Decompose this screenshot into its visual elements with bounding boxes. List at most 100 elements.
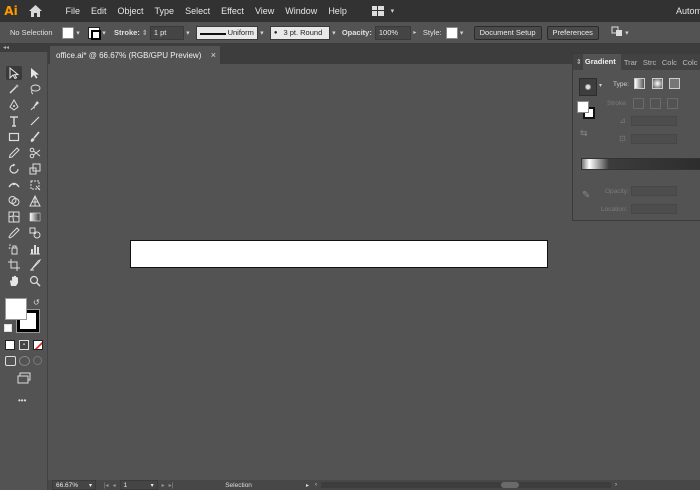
lasso-tool-icon[interactable] <box>27 82 43 96</box>
arrange-icon[interactable] <box>611 26 623 39</box>
pen-tool-icon[interactable] <box>6 98 22 112</box>
slice-tool-icon[interactable] <box>27 258 43 272</box>
menu-window[interactable]: Window <box>280 0 323 22</box>
swap-fill-stroke-icon[interactable]: ↺ <box>33 298 40 307</box>
pencil-tool-icon[interactable] <box>6 146 22 160</box>
linear-gradient-icon[interactable] <box>634 78 645 89</box>
gradient-tool-icon[interactable] <box>27 210 43 224</box>
artboard[interactable] <box>130 240 548 268</box>
fill-swatch[interactable] <box>62 26 74 39</box>
horizontal-scrollbar[interactable] <box>320 482 611 488</box>
tab-color-guide[interactable]: Colc <box>679 58 700 67</box>
menu-effect[interactable]: Effect <box>216 0 250 22</box>
menu-object[interactable]: Object <box>112 0 149 22</box>
brush-dropdown-icon[interactable]: ▾ <box>330 29 338 37</box>
angle-field[interactable] <box>631 116 677 126</box>
first-artboard-icon[interactable]: |◂ <box>104 482 109 489</box>
width-tool-icon[interactable] <box>6 178 22 192</box>
stroke-stepper-icon[interactable]: ⇕ <box>140 29 150 37</box>
selection-tool-icon[interactable] <box>6 66 22 80</box>
perspective-grid-tool-icon[interactable] <box>27 194 43 208</box>
tab-color[interactable]: Colc <box>659 58 680 67</box>
stroke-dropdown-icon[interactable]: ▾ <box>100 29 108 37</box>
gradient-preview-dropdown-icon[interactable]: ▾ <box>599 82 602 89</box>
profile-dropdown-icon[interactable]: ▾ <box>258 29 266 37</box>
freeform-gradient-icon[interactable] <box>669 78 680 89</box>
location-field[interactable] <box>631 204 677 214</box>
status-arrow-icon[interactable]: ▸ <box>306 482 309 489</box>
column-graph-tool-icon[interactable] <box>27 242 43 256</box>
shape-builder-tool-icon[interactable] <box>6 194 22 208</box>
document-tab[interactable]: office.ai* @ 66.67% (RGB/GPU Preview) × <box>50 46 220 64</box>
gradient-preview-swatch[interactable] <box>579 78 597 96</box>
stroke-weight-dropdown-icon[interactable]: ▾ <box>184 29 192 37</box>
stroke-weight-field[interactable]: 1 pt <box>149 25 184 40</box>
tab-gradient[interactable]: Gradient <box>582 54 621 70</box>
eyedropper-tool-icon[interactable] <box>6 226 22 240</box>
menu-select[interactable]: Select <box>180 0 216 22</box>
eyedropper-icon[interactable]: ✎ <box>582 190 590 201</box>
brush-definition[interactable]: ● 3 pt. Round <box>269 25 330 40</box>
menu-type[interactable]: Type <box>149 0 180 22</box>
none-mode-icon[interactable] <box>33 340 43 350</box>
zoom-tool-icon[interactable] <box>27 274 43 288</box>
prev-artboard-icon[interactable]: ◂ <box>113 482 116 489</box>
aspect-ratio-field[interactable] <box>631 134 677 144</box>
draw-behind-icon[interactable] <box>19 356 30 366</box>
artboard-number-field[interactable]: 1 ▾ <box>119 480 158 490</box>
automate-label[interactable]: Autom <box>676 0 700 22</box>
close-icon[interactable]: × <box>211 50 216 60</box>
scale-tool-icon[interactable] <box>27 162 43 176</box>
variable-width-profile[interactable]: Uniform <box>195 25 258 40</box>
direct-selection-tool-icon[interactable] <box>27 66 43 80</box>
scissors-tool-icon[interactable] <box>27 146 43 160</box>
tab-transparency[interactable]: Trar <box>621 58 640 67</box>
radial-gradient-icon[interactable] <box>652 78 663 89</box>
panel-fill-swatch[interactable] <box>577 101 589 113</box>
color-mode-icon[interactable] <box>5 340 15 350</box>
zoom-field[interactable]: 66.67% ▾ <box>52 480 96 490</box>
home-icon[interactable] <box>24 0 46 22</box>
opacity-arrow-icon[interactable]: ▸ <box>411 29 419 36</box>
gradient-mode-icon[interactable]: ▪ <box>19 340 29 350</box>
scrollbar-thumb[interactable] <box>500 482 519 488</box>
next-artboard-icon[interactable]: ▸ <box>162 482 165 489</box>
gradient-slider[interactable] <box>581 158 700 170</box>
free-transform-tool-icon[interactable] <box>27 178 43 192</box>
tab-stroke[interactable]: Strc <box>640 58 659 67</box>
hand-tool-icon[interactable] <box>6 274 22 288</box>
scroll-right-icon[interactable]: › <box>615 482 617 488</box>
stroke-swatch[interactable] <box>88 26 101 40</box>
preferences-button[interactable]: Preferences <box>546 25 599 40</box>
mesh-tool-icon[interactable] <box>6 210 22 224</box>
line-segment-tool-icon[interactable] <box>27 114 43 128</box>
panel-collapse-icon[interactable]: ⇕ <box>573 58 583 66</box>
curvature-tool-icon[interactable] <box>27 98 43 112</box>
default-fill-stroke-icon[interactable] <box>4 324 12 332</box>
draw-inside-icon[interactable] <box>33 356 42 365</box>
fill-dropdown-icon[interactable]: ▾ <box>74 29 82 37</box>
type-tool-icon[interactable] <box>6 114 22 128</box>
opacity-field[interactable] <box>631 186 677 196</box>
menu-help[interactable]: Help <box>323 0 353 22</box>
workspace-switcher[interactable]: ▾ <box>372 6 396 16</box>
magic-wand-tool-icon[interactable] <box>6 82 22 96</box>
rectangle-tool-icon[interactable] <box>6 130 22 144</box>
artboard-tool-icon[interactable] <box>6 258 22 272</box>
style-dropdown-icon[interactable]: ▾ <box>458 29 466 37</box>
paintbrush-tool-icon[interactable] <box>27 130 43 144</box>
menu-edit[interactable]: Edit <box>86 0 113 22</box>
blend-tool-icon[interactable] <box>27 226 43 240</box>
toolbar-collapse-handle[interactable]: ◂◂ <box>0 44 48 52</box>
menu-view[interactable]: View <box>249 0 279 22</box>
last-artboard-icon[interactable]: ▸| <box>169 482 174 489</box>
edit-toolbar-icon[interactable]: ••• <box>18 396 26 405</box>
style-swatch[interactable] <box>445 26 458 39</box>
fill-color-swatch[interactable] <box>5 298 27 320</box>
draw-normal-icon[interactable] <box>5 356 16 366</box>
opacity-field[interactable]: 100% <box>374 25 411 40</box>
scroll-left-icon[interactable]: ‹ <box>315 482 317 488</box>
symbol-sprayer-tool-icon[interactable] <box>6 242 22 256</box>
reverse-gradient-icon[interactable]: ⇆ <box>580 128 588 139</box>
screen-mode-icon[interactable] <box>17 372 31 386</box>
